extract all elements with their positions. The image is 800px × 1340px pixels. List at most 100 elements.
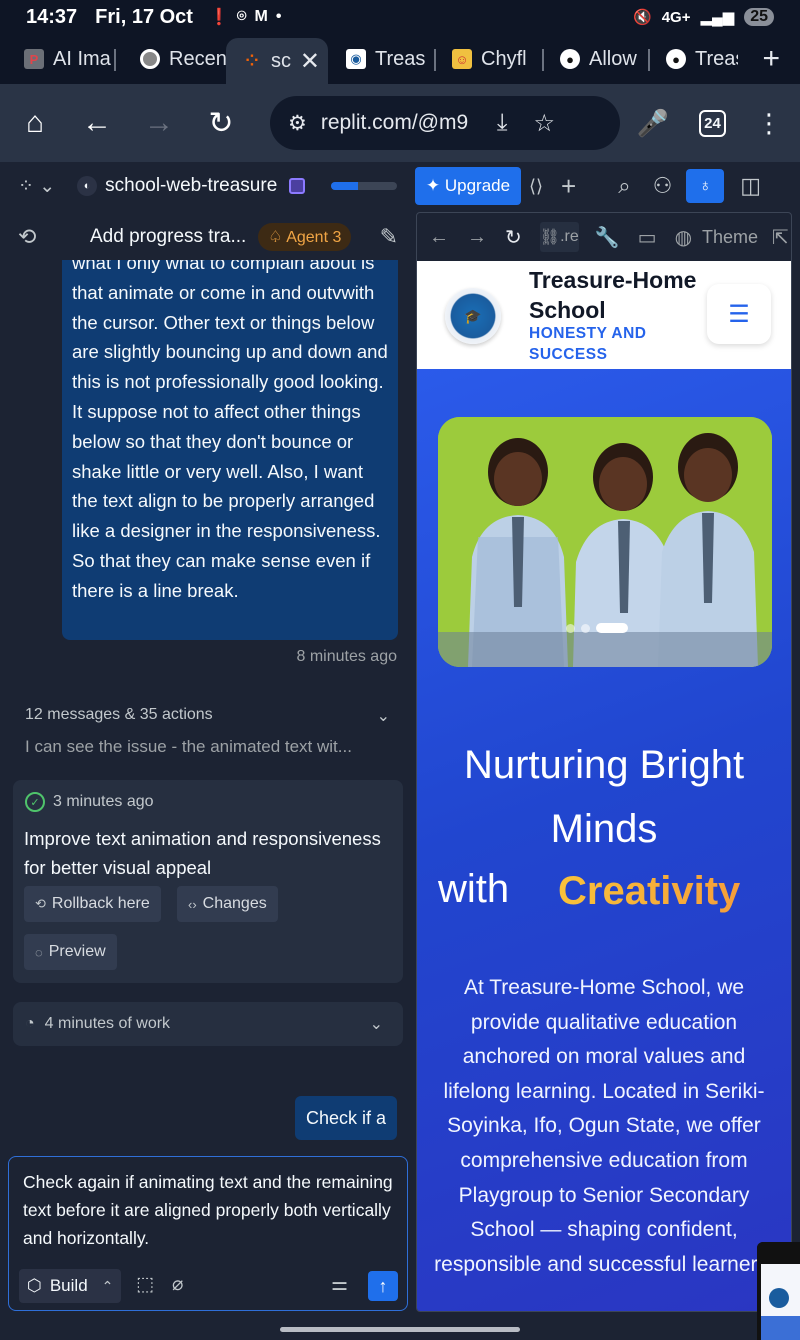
browser-toolbar: ⌂ ← → ↻ ⚙ replit.com/@m9 ⤓ ☆ 🎤 24 ⋮ (0, 84, 800, 162)
checkpoint-time: 3 minutes ago (53, 793, 154, 810)
upgrade-button[interactable]: ✦ Upgrade (415, 167, 521, 205)
tab-replit[interactable]: ⁘ scl ✕ (226, 38, 328, 84)
add-tab-icon[interactable]: + (561, 171, 576, 202)
checkpoint-title: Improve text animation and responsivenes… (24, 828, 381, 878)
status-time: 14:37 (26, 5, 78, 28)
invite-user-icon[interactable]: ⚇ (653, 173, 673, 199)
webview-reload-icon[interactable]: ↻ (505, 225, 522, 250)
back-button[interactable]: ← (80, 106, 114, 140)
hero-image (438, 417, 772, 667)
carousel-dot[interactable] (581, 623, 590, 633)
actions-summary[interactable]: 12 messages & 35 actions ⌄ (25, 706, 390, 726)
github-icon: ● (560, 49, 580, 69)
status-square-icon (289, 178, 306, 194)
forward-button[interactable]: → (142, 106, 176, 140)
project-header: ⁘ ⌄ ◐ school-web-treasure (0, 162, 412, 210)
webview-panel: ← → ↻ ⛓ .re 🔧 ▭ ◍ Theme ⇱ 🎓 Treasure-Home… (416, 212, 792, 1312)
project-name[interactable]: school-web-treasure (105, 175, 277, 197)
layout-toggle-icon[interactable]: ◫ (740, 173, 761, 199)
gesture-nav-bar[interactable] (280, 1327, 520, 1332)
webview-forward-icon[interactable]: → (467, 226, 487, 249)
tab-treasure[interactable]: ◉ Treas (328, 39, 436, 79)
floating-window-thumbnail[interactable] (757, 1242, 800, 1340)
code-icon: ‹› (188, 896, 197, 912)
new-chat-icon[interactable]: ✎ (380, 224, 398, 250)
devtools-icon[interactable]: 🔧 (595, 225, 620, 250)
microphone-icon[interactable]: 🎤 (637, 108, 669, 139)
school-logo[interactable]: 🎓 (445, 288, 501, 344)
headline-with: with (438, 867, 510, 911)
usage-progress-bar (331, 182, 398, 190)
install-app-icon[interactable]: ⤓ (497, 109, 508, 137)
address-bar[interactable]: ⚙ replit.com/@m9 ⤓ ☆ (270, 96, 620, 150)
chevron-up-icon: ⌃ (101, 1277, 114, 1294)
github-icon: ● (666, 49, 686, 69)
pinterest-icon: P (24, 49, 44, 69)
user-message-text: what I only what to complain about is th… (72, 260, 388, 601)
build-mode-button[interactable]: ⬡ Build ⌃ (19, 1269, 122, 1303)
site-settings-icon[interactable]: ⚙ (288, 111, 307, 136)
webview-url[interactable]: ⛓ .re (539, 222, 579, 252)
tab-strip: P AI Ima Recen ⁘ scl ✕ ◉ Treas ☺ Chyfl ●… (0, 34, 800, 84)
composer-input[interactable]: Check again if animating text and the re… (23, 1168, 398, 1252)
open-external-icon[interactable]: ⇱ (772, 225, 789, 250)
school-logo-icon: ◉ (346, 49, 366, 69)
history-icon[interactable]: ⟲ (18, 224, 48, 250)
mute-icon: 🔇 (633, 9, 652, 26)
signal-icon: ▂▄▆ (700, 9, 735, 26)
address-url[interactable]: replit.com/@m9 (321, 111, 471, 135)
settings-sliders-icon[interactable]: ⚌ (331, 1273, 348, 1296)
hero-description: At Treasure-Home School, we provide qual… (434, 976, 774, 1276)
attachment-icon[interactable]: ⌀ (172, 1273, 183, 1296)
send-button[interactable]: ↑ (368, 1271, 398, 1301)
headline-accent-word: Creativity (558, 869, 741, 913)
graduation-cap-icon: 🎓 (464, 307, 482, 324)
carousel-dot[interactable] (566, 623, 575, 633)
hamburger-menu-button[interactable]: ☰ (707, 284, 771, 344)
chat-title[interactable]: Add progress tra... (90, 226, 246, 248)
chat-composer[interactable]: Check again if animating text and the re… (8, 1156, 408, 1311)
message-timestamp: 8 minutes ago (296, 648, 397, 665)
pending-message-bubble: Check if a (295, 1096, 397, 1140)
preview-button[interactable]: ◌ Preview (24, 934, 117, 970)
status-bar: 14:37 Fri, 17 Oct ❗ ⌾ M • 🔇 4G+ ▂▄▆ 25 (0, 0, 800, 34)
palette-icon[interactable]: ◍ (675, 225, 692, 250)
tab-chyfl[interactable]: ☺ Chyfl (436, 39, 544, 79)
tab-ai-image[interactable]: P AI Ima (0, 39, 116, 79)
changes-button[interactable]: ‹› Changes (177, 886, 278, 922)
webview-back-icon[interactable]: ← (429, 226, 449, 249)
tab-switcher-button[interactable]: 24 (699, 109, 726, 137)
work-duration-row[interactable]: ◔ 4 minutes of work ⌄ (13, 1002, 403, 1046)
hero-headline-accent-line: with Creativity (417, 861, 791, 921)
workspace-toolbar: ✦ Upgrade ⟨⟩ + ⌕ ⚇ ♁ ◫ (412, 162, 800, 210)
chevron-down-icon: ⌄ (369, 1016, 383, 1033)
checkpoint-card: ✓ 3 minutes ago Improve text animation a… (13, 780, 403, 983)
bookmark-star-icon[interactable]: ☆ (533, 109, 555, 138)
tab-allow[interactable]: ● Allow (544, 39, 650, 79)
close-tab-icon[interactable]: ✕ (300, 47, 320, 76)
battery-indicator: 25 (744, 8, 774, 26)
tab-treasure-github[interactable]: ● Treas (650, 39, 738, 79)
menu-dots-icon[interactable]: ⋮ (756, 108, 782, 139)
home-button[interactable]: ⌂ (18, 106, 52, 140)
site-title[interactable]: Treasure-Home School (529, 265, 699, 325)
deploy-button[interactable]: ♁ (686, 169, 725, 203)
select-element-icon[interactable]: ⬚ (136, 1273, 154, 1296)
replit-menu-icon[interactable]: ⁘ ⌄ (18, 175, 55, 198)
theme-button[interactable]: Theme (702, 227, 758, 248)
alert-icon: ❗ (208, 9, 229, 26)
site-preview: 🎓 Treasure-Home School HONESTY AND SUCCE… (417, 261, 791, 1311)
search-icon[interactable]: ⌕ (618, 173, 630, 199)
more-notifications-icon: • (275, 8, 282, 25)
code-tabs-icon[interactable]: ⟨⟩ (529, 176, 543, 197)
carousel-dots (566, 623, 628, 633)
site-header: 🎓 Treasure-Home School HONESTY AND SUCCE… (417, 261, 791, 369)
reload-button[interactable]: ↻ (204, 106, 238, 140)
device-preview-icon[interactable]: ▭ (638, 225, 657, 250)
agent-badge[interactable]: ♤ Agent 3 (258, 223, 352, 251)
new-tab-button[interactable]: + (762, 42, 780, 76)
app-icon: ☺ (452, 49, 472, 69)
tab-recent[interactable]: Recen (116, 39, 226, 79)
carousel-dot[interactable] (596, 623, 628, 633)
rollback-button[interactable]: ⟲ Rollback here (24, 886, 161, 922)
